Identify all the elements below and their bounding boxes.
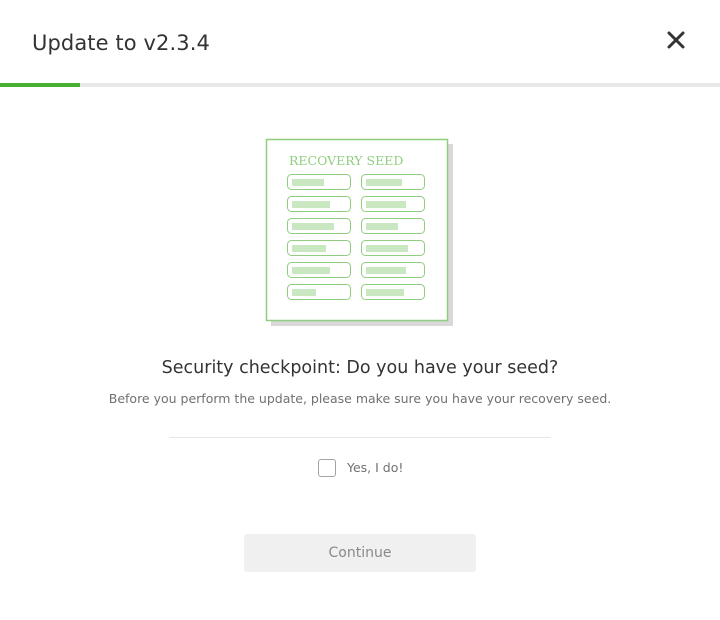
seed-word-placeholder (292, 245, 326, 252)
seed-word-placeholder (292, 223, 334, 230)
recovery-seed-card-icon: RECOVERY SEED (265, 138, 457, 332)
seed-confirm-checkbox-row[interactable]: Yes, I do! (318, 458, 403, 478)
seed-word-placeholder (292, 201, 330, 208)
progress-bar-fill (0, 83, 80, 87)
seed-word-placeholder (292, 179, 324, 186)
seed-confirm-label[interactable]: Yes, I do! (347, 459, 403, 477)
update-modal: Update to v2.3.4 RECOVERY SEED Security … (0, 0, 720, 620)
seed-word-placeholder (366, 223, 398, 230)
seed-word-placeholder (366, 289, 404, 296)
checkpoint-heading: Security checkpoint: Do you have your se… (161, 358, 559, 378)
seed-word-placeholder (366, 179, 402, 186)
checkpoint-description: Before you perform the update, please ma… (108, 391, 612, 406)
seed-word-placeholder (366, 267, 406, 274)
recovery-seed-label: RECOVERY SEED (289, 153, 403, 168)
seed-word-placeholder (292, 267, 330, 274)
close-button[interactable] (660, 24, 692, 56)
close-icon (667, 31, 685, 49)
seed-word-placeholder (292, 289, 316, 296)
seed-word-placeholder (366, 201, 406, 208)
progress-bar (0, 83, 720, 87)
seed-confirm-checkbox[interactable] (318, 459, 336, 477)
divider (169, 437, 551, 438)
modal-title: Update to v2.3.4 (32, 31, 210, 55)
continue-button[interactable]: Continue (244, 534, 476, 572)
seed-word-placeholder (366, 245, 408, 252)
